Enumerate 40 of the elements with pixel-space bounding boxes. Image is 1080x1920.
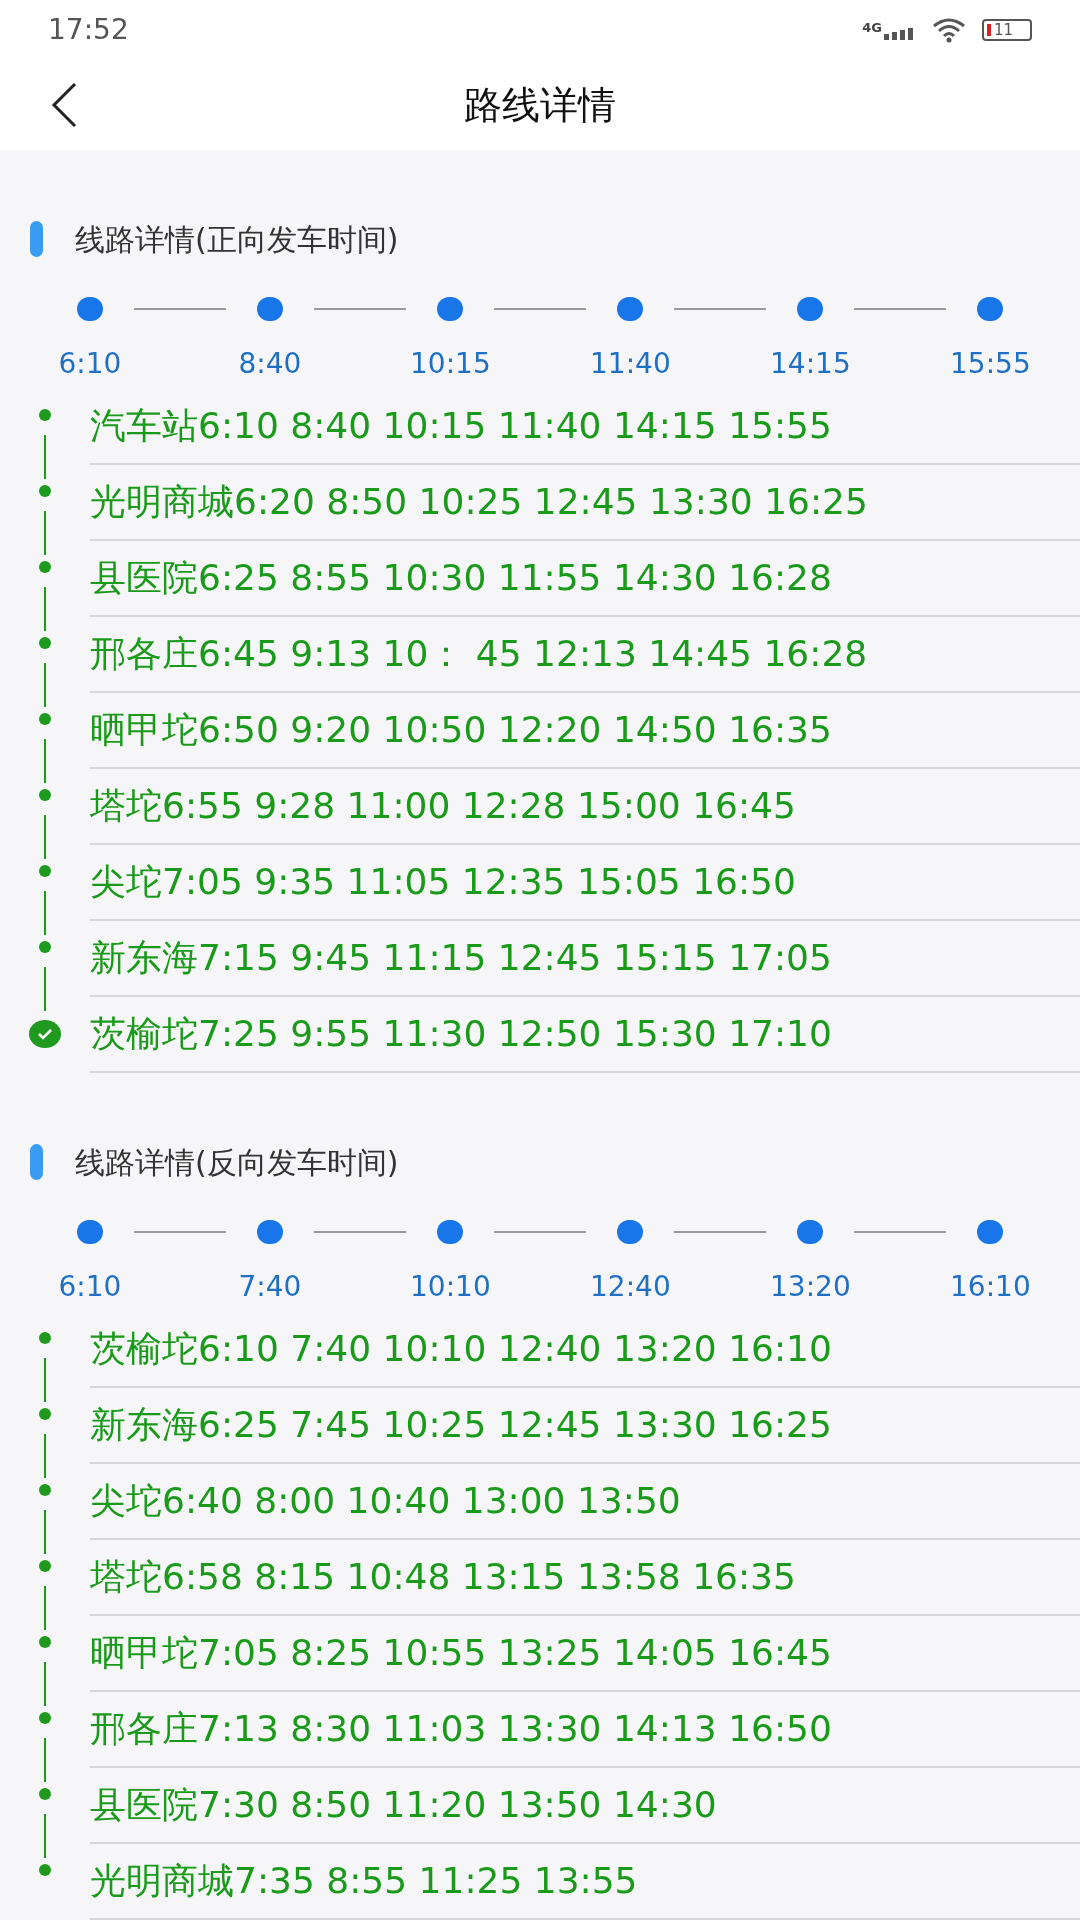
departure-time: 7:40	[237, 1272, 303, 1302]
stop-schedule: 塔坨6:55 9:28 11:00 12:28 15:00 16:45	[90, 786, 796, 826]
departure-time: 16:10	[950, 1272, 1030, 1302]
stop-schedule: 尖坨6:40 8:00 10:40 13:00 13:50	[90, 1481, 681, 1521]
departure-time: 6:10	[57, 349, 123, 379]
stop-schedule: 新东海7:15 9:45 11:15 12:45 15:15 17:05	[90, 938, 832, 978]
departure-time: 10:15	[410, 349, 490, 379]
stop-schedule: 邢各庄6:45 9:13 10： 45 12:13 14:45 16:28	[90, 634, 868, 674]
page-title: 路线详情	[464, 81, 616, 129]
signal-icon	[884, 25, 916, 40]
departure-time: 8:40	[237, 349, 303, 379]
departure-time: 10:10	[410, 1272, 490, 1302]
departure-time: 15:55	[950, 349, 1030, 379]
departure-time: 6:10	[57, 1272, 123, 1302]
stop-schedule: 晒甲坨7:05 8:25 10:55 13:25 14:05 16:45	[90, 1633, 832, 1673]
section-title: 线路详情(反向发车时间)	[75, 1143, 399, 1182]
stop-schedule: 光明商城7:35 8:55 11:25 13:55	[90, 1861, 638, 1901]
status-time: 17:52	[48, 12, 129, 48]
section-title: 线路详情(正向发车时间)	[75, 220, 399, 259]
stop-schedule: 茨榆坨7:25 9:55 11:30 12:50 15:30 17:10	[90, 1014, 832, 1054]
stop-schedule: 县医院6:25 8:55 10:30 11:55 14:30 16:28	[90, 558, 832, 598]
departure-time: 14:15	[770, 349, 850, 379]
network-label: 4G	[862, 20, 882, 34]
section-marker	[30, 221, 43, 257]
stop-schedule: 塔坨6:58 8:15 10:48 13:15 13:58 16:35	[90, 1557, 796, 1597]
wifi-icon	[932, 17, 966, 43]
stop-schedule: 茨榆坨6:10 7:40 10:10 12:40 13:20 16:10	[90, 1329, 832, 1369]
stop-schedule: 新东海6:25 7:45 10:25 12:45 13:30 16:25	[90, 1405, 832, 1445]
battery-indicator: 11	[982, 19, 1032, 41]
departure-time: 11:40	[590, 349, 670, 379]
stop-schedule: 汽车站6:10 8:40 10:15 11:40 14:15 15:55	[90, 406, 832, 446]
stop-schedule: 光明商城6:20 8:50 10:25 12:45 13:30 16:25	[90, 482, 868, 522]
stop-schedule: 晒甲坨6:50 9:20 10:50 12:20 14:50 16:35	[90, 710, 832, 750]
stop-schedule: 邢各庄7:13 8:30 11:03 13:30 14:13 16:50	[90, 1709, 832, 1749]
departure-time: 13:20	[770, 1272, 850, 1302]
check-circle-icon	[29, 1020, 61, 1048]
departure-time: 12:40	[590, 1272, 670, 1302]
section-marker	[30, 1144, 43, 1180]
stop-schedule: 尖坨7:05 9:35 11:05 12:35 15:05 16:50	[90, 862, 796, 902]
stop-schedule: 县医院7:30 8:50 11:20 13:50 14:30	[90, 1785, 717, 1825]
